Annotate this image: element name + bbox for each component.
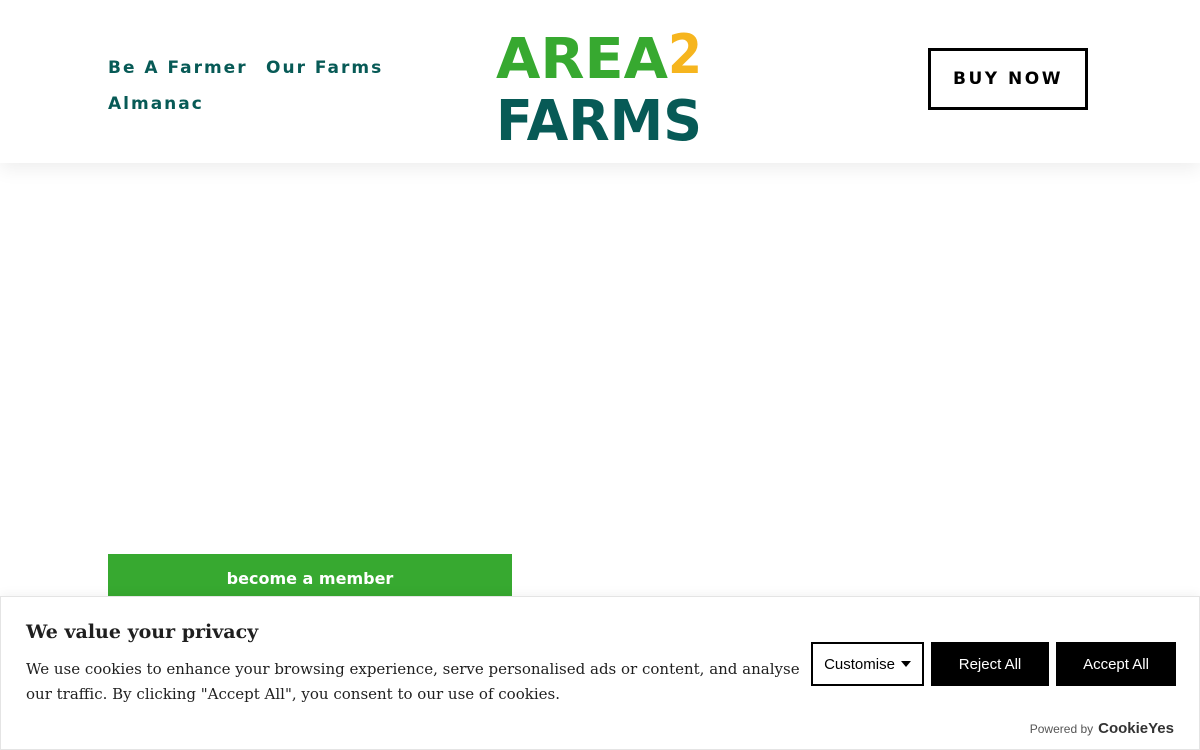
cookieyes-logo[interactable]: CookieYes — [1098, 720, 1174, 737]
nav-our-farms[interactable]: Our Farms — [266, 50, 383, 86]
logo-line2: FARMS — [496, 89, 702, 144]
main-nav: Be A Farmer Our Farms Almanac — [108, 50, 408, 122]
cookie-banner: We value your privacy We use cookies to … — [0, 596, 1200, 750]
nav-almanac[interactable]: Almanac — [108, 86, 204, 122]
area2farms-logo[interactable]: AREA 2 FARMS — [496, 18, 704, 144]
powered-by-label: Powered by — [1029, 722, 1094, 736]
cookie-description: We use cookies to enhance your browsing … — [26, 660, 800, 703]
caret-down-icon — [900, 661, 911, 667]
logo-digit: 2 — [668, 23, 702, 86]
site-header: Be A Farmer Our Farms Almanac AREA 2 FAR… — [0, 0, 1200, 163]
powered-by: Powered by CookieYes — [1030, 720, 1174, 737]
cookie-title: We value your privacy — [26, 621, 259, 643]
customise-button[interactable]: Customise — [811, 642, 924, 686]
accept-all-button[interactable]: Accept All — [1056, 642, 1176, 686]
logo-line1: AREA — [496, 27, 669, 92]
nav-be-a-farmer[interactable]: Be A Farmer — [108, 50, 248, 86]
reject-all-button[interactable]: Reject All — [931, 642, 1049, 686]
customise-label: Customise — [824, 655, 895, 673]
buy-now-button[interactable]: BUY NOW — [928, 48, 1088, 110]
